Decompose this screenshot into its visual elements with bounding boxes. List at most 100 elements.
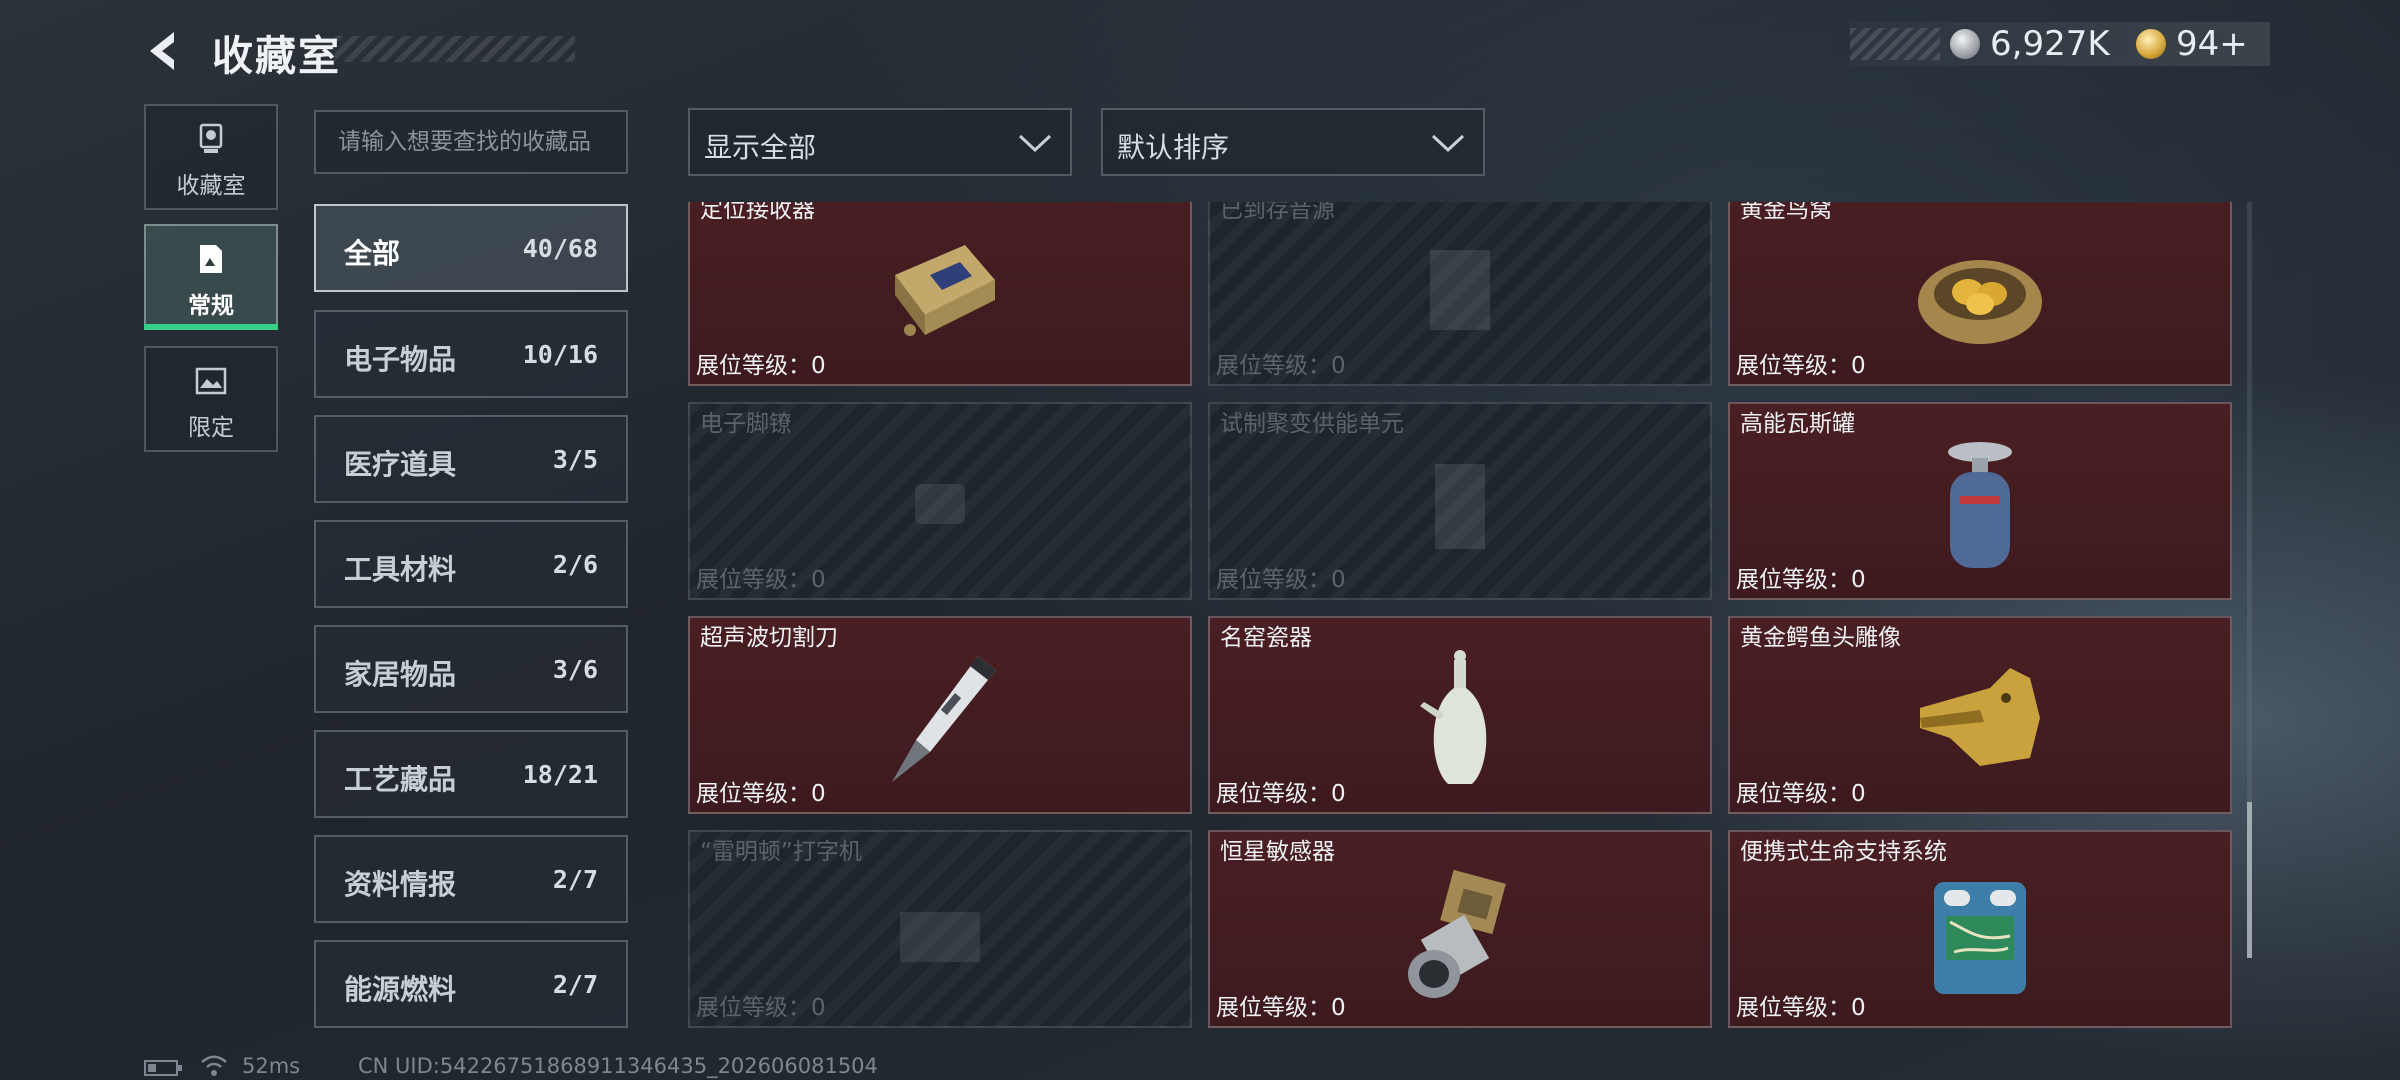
category-name: 资料情报 bbox=[344, 868, 457, 901]
category-name: 电子物品 bbox=[344, 343, 457, 376]
category-energy[interactable]: 能源燃料 2/7 bbox=[314, 940, 628, 1028]
cutter-icon bbox=[892, 656, 996, 782]
display-level: 展位等级：0 bbox=[696, 995, 826, 1021]
category-household[interactable]: 家居物品 3/6 bbox=[314, 625, 628, 713]
currency-silver: 6,927K bbox=[1950, 24, 2110, 64]
audio-device-icon bbox=[1430, 250, 1490, 330]
item-name: 黄金鸟窝 bbox=[1740, 202, 1832, 223]
image-icon bbox=[195, 367, 227, 395]
display-level: 展位等级：0 bbox=[1736, 567, 1866, 593]
item-name: 电子脚镣 bbox=[700, 411, 792, 437]
category-name: 全部 bbox=[344, 237, 401, 270]
chevron-down-icon bbox=[1018, 134, 1052, 153]
side-tab-label: 收藏室 bbox=[176, 173, 246, 199]
side-tab-limited[interactable]: 限定 bbox=[144, 346, 278, 452]
item-name: “雷明顿”打字机 bbox=[700, 839, 862, 865]
category-crafts[interactable]: 工艺藏品 18/21 bbox=[314, 730, 628, 818]
typewriter-icon bbox=[900, 912, 980, 962]
side-tab-regular[interactable]: 常规 bbox=[144, 224, 278, 330]
display-level: 展位等级：0 bbox=[1736, 353, 1866, 379]
star-sensor-icon bbox=[1408, 869, 1506, 998]
document-icon bbox=[200, 245, 222, 273]
item-name: 黄金鳄鱼头雕像 bbox=[1740, 625, 1901, 651]
receiver-icon bbox=[895, 245, 995, 336]
category-name: 工艺藏品 bbox=[344, 763, 457, 796]
gold-coin-icon bbox=[2136, 29, 2166, 59]
category-count: 10/16 bbox=[522, 340, 598, 369]
wifi-icon bbox=[201, 1055, 227, 1076]
collection-card[interactable]: 定位接收器 展位等级：0 bbox=[688, 202, 1192, 386]
display-level: 展位等级：0 bbox=[1216, 781, 1346, 807]
item-name: 定位接收器 bbox=[700, 202, 815, 223]
category-count: 3/6 bbox=[552, 655, 598, 684]
category-count: 3/5 bbox=[552, 445, 598, 474]
category-intel[interactable]: 资料情报 2/7 bbox=[314, 835, 628, 923]
display-filter-dropdown[interactable]: 显示全部 bbox=[688, 108, 1072, 176]
battery-icon bbox=[144, 1060, 182, 1076]
collection-card[interactable]: 超声波切割刀 展位等级：0 bbox=[688, 616, 1192, 814]
search-input[interactable]: 请输入想要查找的收藏品 bbox=[314, 110, 628, 174]
scrollbar-thumb[interactable] bbox=[2247, 802, 2252, 958]
collection-card[interactable]: 试制聚变供能单元 展位等级：0 bbox=[1208, 402, 1712, 600]
display-level: 展位等级：0 bbox=[696, 781, 826, 807]
grid-scrollbar[interactable] bbox=[2247, 202, 2252, 958]
fusion-unit-icon bbox=[1435, 464, 1485, 549]
category-name: 家居物品 bbox=[344, 658, 457, 691]
sort-dropdown[interactable]: 默认排序 bbox=[1101, 108, 1485, 176]
currency-bar: 6,927K 94+ bbox=[1850, 22, 2270, 66]
category-count: 2/6 bbox=[552, 550, 598, 579]
collection-card[interactable]: “雷明顿”打字机 展位等级：0 bbox=[688, 830, 1192, 1028]
category-name: 工具材料 bbox=[344, 553, 457, 586]
chevron-down-icon bbox=[1431, 134, 1465, 153]
display-level: 展位等级：0 bbox=[1216, 567, 1346, 593]
golden-nest-icon bbox=[1918, 260, 2042, 344]
collection-card[interactable]: 便携式生命支持系统 展位等级：0 bbox=[1728, 830, 2232, 1028]
collection-card[interactable]: 名窑瓷器 展位等级：0 bbox=[1208, 616, 1712, 814]
silver-coin-icon bbox=[1950, 29, 1980, 59]
display-level: 展位等级：0 bbox=[1736, 781, 1866, 807]
collection-card[interactable]: 黄金鸟窝 展位等级：0 bbox=[1728, 202, 2232, 386]
ping-value: 52ms bbox=[242, 1054, 301, 1078]
category-tools[interactable]: 工具材料 2/6 bbox=[314, 520, 628, 608]
title-decoration bbox=[335, 36, 575, 62]
category-name: 医疗道具 bbox=[344, 448, 457, 481]
collection-card[interactable]: 已到存音源 展位等级：0 bbox=[1208, 202, 1712, 386]
collection-card[interactable]: 电子脚镣 展位等级：0 bbox=[688, 402, 1192, 600]
ankle-monitor-icon bbox=[915, 484, 965, 524]
collection-card[interactable]: 恒星敏感器 展位等级：0 bbox=[1208, 830, 1712, 1028]
category-electronics[interactable]: 电子物品 10/16 bbox=[314, 310, 628, 398]
collection-card[interactable]: 高能瓦斯罐 展位等级：0 bbox=[1728, 402, 2232, 600]
category-medical[interactable]: 医疗道具 3/5 bbox=[314, 415, 628, 503]
currency-gold: 94+ bbox=[2136, 24, 2248, 64]
side-tab-label: 常规 bbox=[188, 293, 234, 319]
display-level: 展位等级：0 bbox=[1736, 995, 1866, 1021]
gas-tank-icon bbox=[1948, 442, 2012, 568]
back-arrow-icon[interactable] bbox=[140, 26, 190, 76]
category-count: 2/7 bbox=[552, 970, 598, 999]
item-name: 名窑瓷器 bbox=[1220, 625, 1312, 651]
side-tab-label: 限定 bbox=[188, 415, 234, 441]
item-name: 超声波切割刀 bbox=[700, 625, 838, 651]
sort-value: 默认排序 bbox=[1117, 131, 1230, 164]
porcelain-vase-icon bbox=[1420, 650, 1487, 784]
life-support-icon bbox=[1934, 882, 2026, 994]
currency-gold-value[interactable]: 94+ bbox=[2176, 24, 2248, 64]
item-name: 已到存音源 bbox=[1220, 202, 1335, 223]
display-level: 展位等级：0 bbox=[1216, 353, 1346, 379]
category-name: 能源燃料 bbox=[344, 973, 457, 1006]
currency-silver-value: 6,927K bbox=[1990, 24, 2110, 64]
collection-grid[interactable]: 定位接收器 展位等级：0 已到存音源 展位等级：0 黄金鸟窝 展位等级：0 电子… bbox=[686, 202, 2234, 1028]
category-all[interactable]: 全部 40/68 bbox=[314, 204, 628, 292]
gold-crocodile-icon bbox=[1920, 668, 2040, 766]
display-level: 展位等级：0 bbox=[1216, 995, 1346, 1021]
item-name: 高能瓦斯罐 bbox=[1740, 411, 1855, 437]
uid-text: CN UID:5422675186891134643​5_20260608150… bbox=[358, 1054, 878, 1078]
category-count: 18/21 bbox=[522, 760, 598, 789]
category-count: 2/7 bbox=[552, 865, 598, 894]
item-name: 试制聚变供能单元 bbox=[1220, 411, 1404, 437]
page-title: 收藏室 bbox=[212, 32, 341, 80]
collection-card[interactable]: 黄金鳄鱼头雕像 展位等级：0 bbox=[1728, 616, 2232, 814]
item-name: 便携式生命支持系统 bbox=[1740, 839, 1947, 865]
display-level: 展位等级：0 bbox=[696, 353, 826, 379]
side-tab-collection-room[interactable]: 收藏室 bbox=[144, 104, 278, 210]
